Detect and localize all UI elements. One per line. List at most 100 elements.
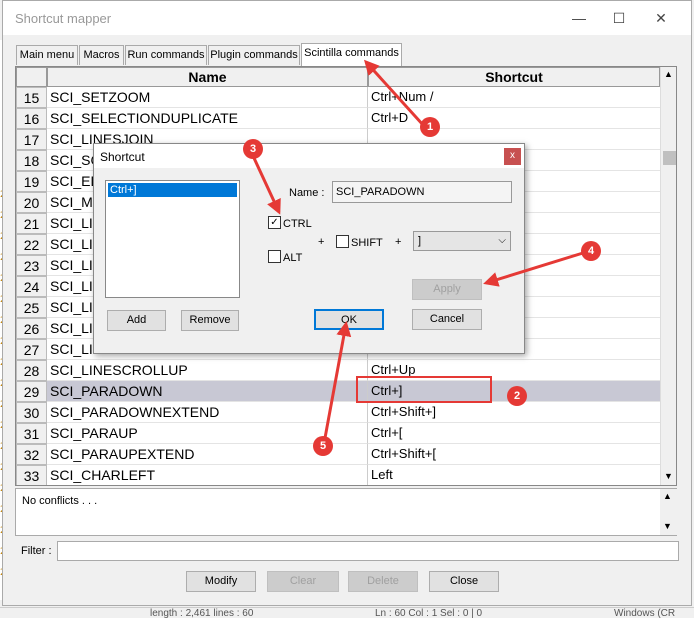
key-select-value: ] [418,235,422,247]
status-position: Ln : 60 Col : 1 Sel : 0 | 0 [375,608,483,618]
row-number: 32 [16,444,47,465]
conflicts-text: No conflicts . . . [22,495,98,507]
table-row[interactable]: 30 SCI_PARADOWNEXTEND Ctrl+Shift+] [16,402,660,423]
grid-scrollbar[interactable]: ▲ ▼ [660,67,676,485]
annotation-badge-4: 4 [581,241,601,261]
row-number: 26 [16,318,47,339]
column-header-shortcut[interactable]: Shortcut [368,67,660,87]
filter-label: Filter : [21,545,52,557]
filter-input[interactable] [57,541,679,561]
table-row[interactable]: 16 SCI_SELECTIONDUPLICATE Ctrl+D [16,108,660,129]
shortcut-cell[interactable]: Ctrl+Shift+[ [368,444,660,465]
dialog-title-bar: Shortcut x [94,144,524,168]
apply-button[interactable]: Apply [412,279,482,300]
minimize-button[interactable]: — [559,7,599,29]
annotation-badge-3: 3 [243,139,263,159]
row-number: 16 [16,108,47,129]
command-name-cell[interactable]: SCI_CHARLEFT [47,465,368,485]
row-number: 31 [16,423,47,444]
table-row[interactable]: 31 SCI_PARAUP Ctrl+[ [16,423,660,444]
shift-checkbox[interactable] [336,235,349,248]
cancel-button[interactable]: Cancel [412,309,482,330]
tab-plugin-commands[interactable]: Plugin commands [208,45,300,65]
conflicts-panel: No conflicts . . . ▲ ▼ [15,488,677,536]
scroll-up-icon[interactable]: ▲ [664,69,673,79]
shortcut-cell[interactable]: Ctrl+Num / [368,87,660,108]
tab-main-menu[interactable]: Main menu [16,45,78,65]
command-name-cell[interactable]: SCI_SELECTIONDUPLICATE [47,108,368,129]
ok-button[interactable]: OK [314,309,384,330]
modify-button[interactable]: Modify [186,571,256,592]
command-name-cell[interactable]: SCI_SETZOOM [47,87,368,108]
status-length: length : 2,461 lines : 60 [150,608,254,618]
add-button[interactable]: Add [107,310,166,331]
scroll-up-icon[interactable]: ▲ [663,491,672,501]
row-number: 23 [16,255,47,276]
window-title: Shortcut mapper [15,11,112,26]
row-number: 19 [16,171,47,192]
table-row[interactable]: 33 SCI_CHARLEFT Left [16,465,660,485]
ctrl-label: CTRL [283,218,312,230]
name-label: Name : [289,187,325,199]
shift-label: SHIFT [351,237,383,249]
clear-button[interactable]: Clear [267,571,339,592]
grid-corner [16,67,47,87]
dialog-close-button[interactable]: x [504,148,521,165]
command-name-cell[interactable]: SCI_PARADOWN [47,381,368,402]
table-row[interactable]: 29 SCI_PARADOWN Ctrl+] [16,381,660,402]
close-window-button[interactable]: ✕ [641,7,681,29]
row-number: 27 [16,339,47,360]
tab-scintilla-commands[interactable]: Scintilla commands [301,43,402,66]
annotation-badge-2: 2 [507,386,527,406]
column-header-name[interactable]: Name [47,67,368,87]
annotation-badge-1: 1 [420,117,440,137]
shortcut-cell[interactable]: Ctrl+[ [368,423,660,444]
status-eol: Windows (CR [614,608,676,618]
table-row[interactable]: 28 SCI_LINESCROLLUP Ctrl+Up [16,360,660,381]
row-number: 22 [16,234,47,255]
command-name-cell[interactable]: SCI_PARADOWNEXTEND [47,402,368,423]
remove-button[interactable]: Remove [181,310,239,331]
highlight-box [356,376,492,403]
scroll-down-icon[interactable]: ▼ [664,471,673,481]
scroll-thumb[interactable] [663,151,676,165]
title-bar: Shortcut mapper — ☐ ✕ [3,1,691,35]
scroll-down-icon[interactable]: ▼ [663,521,672,531]
shortcut-dialog: Shortcut x Ctrl+] Name : SCI_PARADOWN ✓ … [93,143,525,354]
shortcut-list[interactable]: Ctrl+] [105,180,240,298]
close-button[interactable]: Close [429,571,499,592]
row-number: 28 [16,360,47,381]
alt-label: ALT [283,252,303,264]
grid-header: Name Shortcut [16,67,660,87]
row-number: 25 [16,297,47,318]
row-number: 15 [16,87,47,108]
conflicts-scrollbar[interactable]: ▲ ▼ [660,489,677,535]
row-number: 33 [16,465,47,485]
row-number: 21 [16,213,47,234]
row-number: 24 [16,276,47,297]
ctrl-checkbox[interactable]: ✓ [268,216,281,229]
chevron-down-icon[interactable]: ⌵ [498,232,506,250]
annotation-badge-5: 5 [313,436,333,456]
row-number: 17 [16,129,47,150]
row-number: 20 [16,192,47,213]
alt-checkbox[interactable] [268,250,281,263]
row-number: 29 [16,381,47,402]
key-select[interactable]: ] ⌵ [413,231,511,251]
plus-sign: + [395,236,402,248]
row-number: 30 [16,402,47,423]
delete-button[interactable]: Delete [348,571,418,592]
plus-sign: + [318,236,325,248]
background-status-bar: length : 2,461 lines : 60 Ln : 60 Col : … [0,607,694,618]
row-number: 18 [16,150,47,171]
shortcut-cell[interactable]: Left [368,465,660,485]
tab-macros[interactable]: Macros [79,45,124,65]
list-item[interactable]: Ctrl+] [108,183,237,197]
command-name-cell[interactable]: SCI_LINESCROLLUP [47,360,368,381]
shortcut-cell[interactable]: Ctrl+D [368,108,660,129]
table-row[interactable]: 32 SCI_PARAUPEXTEND Ctrl+Shift+[ [16,444,660,465]
tab-run-commands[interactable]: Run commands [125,45,207,65]
maximize-button[interactable]: ☐ [599,7,639,29]
table-row[interactable]: 15 SCI_SETZOOM Ctrl+Num / [16,87,660,108]
name-field: SCI_PARADOWN [332,181,512,203]
